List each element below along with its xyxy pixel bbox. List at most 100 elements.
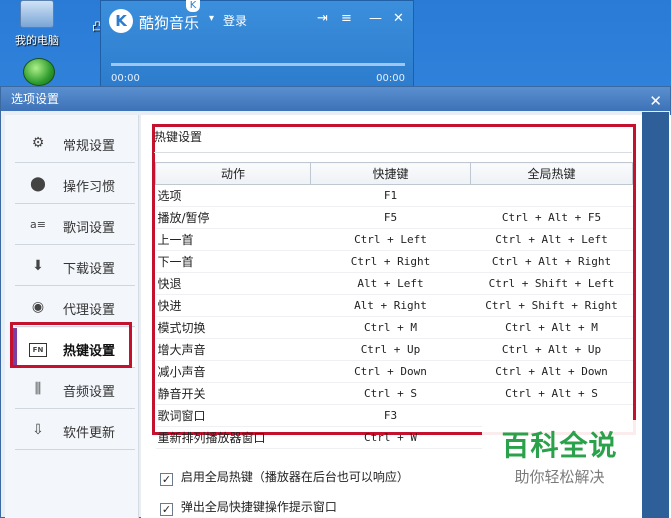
close-icon[interactable]: ✕	[393, 11, 404, 26]
hotkeys-section-title: 热键设置	[154, 130, 203, 144]
global-hotkey-cell[interactable]: Ctrl + Alt + F5	[470, 206, 633, 229]
action-cell: 快退	[155, 272, 311, 295]
shortcut-cell[interactable]: Ctrl + S	[310, 382, 471, 405]
dialog-close-icon[interactable]: ✕	[649, 89, 662, 113]
time-total: 00:00	[376, 73, 405, 84]
gear-icon: ⚙	[31, 135, 45, 151]
kugou-logo-icon: K	[109, 9, 133, 33]
global-hotkey-cell[interactable]: Ctrl + Alt + Up	[470, 338, 633, 361]
enable-global-hotkeys-checkbox[interactable]: ✓	[160, 473, 173, 486]
action-cell: 增大声音	[155, 338, 311, 361]
download-icon: ⬇	[32, 258, 44, 274]
sidebar-item-general[interactable]: ⚙ 常规设置	[15, 123, 135, 163]
lyrics-icon: a≡	[30, 218, 46, 231]
watermark-subtitle: 助你轻松解决	[514, 468, 605, 486]
enable-global-hotkeys-option[interactable]: ✓ 启用全局热键（播放器在后台也可以响应）	[160, 468, 409, 486]
sidebar-item-download[interactable]: ⬇ 下载设置	[15, 246, 135, 286]
show-tip-window-option[interactable]: ✓ 弹出全局快捷键操作提示窗口	[160, 498, 337, 516]
column-header-global[interactable]: 全局热键	[470, 162, 633, 185]
global-hotkey-cell[interactable]: Ctrl + Alt + M	[470, 316, 633, 339]
pin-icon: ⬤	[30, 176, 46, 192]
divider	[154, 152, 632, 153]
update-icon: ⇩	[32, 422, 44, 438]
sidebar-item-update[interactable]: ⇩ 软件更新	[15, 410, 135, 450]
global-hotkey-cell[interactable]	[470, 184, 633, 207]
sidebar-item-lyrics[interactable]: a≡ 歌词设置	[15, 205, 135, 245]
sidebar-item-label: 代理设置	[63, 303, 116, 318]
global-hotkey-cell[interactable]: Ctrl + Shift + Left	[470, 272, 633, 295]
action-cell: 播放/暂停	[155, 206, 311, 229]
dialog-titlebar: 选项设置 ✕	[1, 87, 670, 111]
menu-icon[interactable]: ≡	[341, 11, 352, 26]
table-row[interactable]: 快退 Alt + Left Ctrl + Shift + Left	[155, 272, 633, 295]
action-cell: 下一首	[155, 250, 311, 273]
minimize-icon[interactable]: —	[369, 11, 382, 26]
action-cell: 静音开关	[155, 382, 311, 405]
action-cell: 上一首	[155, 228, 311, 251]
shortcut-cell[interactable]: Alt + Left	[310, 272, 471, 295]
shortcut-cell[interactable]: Ctrl + Down	[310, 360, 471, 383]
shortcut-cell[interactable]: Ctrl + Left	[310, 228, 471, 251]
globe-icon: ◉	[31, 299, 45, 315]
global-hotkey-cell[interactable]: Ctrl + Alt + Right	[470, 250, 633, 273]
chevron-down-icon[interactable]: ▾	[209, 13, 214, 24]
my-computer-label: 我的电脑	[15, 34, 59, 47]
time-elapsed: 00:00	[111, 73, 140, 84]
hotkeys-table: 动作 快捷键 全局热键 选项 F1 播放/暂停 F5 Ctrl + Alt + F5 上一…	[155, 162, 633, 449]
table-row[interactable]: 静音开关 Ctrl + S Ctrl + Alt + S	[155, 382, 633, 405]
sidebar-item-label: 软件更新	[63, 426, 116, 441]
equalizer-icon: ⫼	[34, 381, 42, 397]
action-cell: 快进	[155, 294, 311, 317]
sidebar-item-label: 音频设置	[63, 385, 116, 400]
player-title: 酷狗音乐	[139, 14, 200, 32]
watermark: 百科全说 助你轻松解决	[482, 420, 637, 498]
shortcut-cell[interactable]: F1	[310, 184, 471, 207]
action-cell: 歌词窗口	[155, 404, 311, 427]
sidebar-item-label: 歌词设置	[63, 221, 116, 236]
sidebar-item-habits[interactable]: ⬤ 操作习惯	[15, 164, 135, 204]
shortcut-cell[interactable]: Ctrl + Right	[310, 250, 471, 273]
sidebar-item-audio[interactable]: ⫼ 音频设置	[15, 369, 135, 409]
shortcut-cell[interactable]: Ctrl + M	[310, 316, 471, 339]
action-cell: 重新排列播放器窗口	[155, 426, 311, 449]
mini-mode-icon[interactable]: ⇥	[317, 11, 328, 26]
global-hotkey-cell[interactable]: Ctrl + Shift + Right	[470, 294, 633, 317]
my-computer-desktop-icon[interactable]: 我的电脑	[2, 0, 72, 48]
table-row[interactable]: 播放/暂停 F5 Ctrl + Alt + F5	[155, 206, 633, 229]
shortcut-cell[interactable]: Ctrl + W	[310, 426, 471, 449]
table-row[interactable]: 增大声音 Ctrl + Up Ctrl + Alt + Up	[155, 338, 633, 361]
shortcut-cell[interactable]: F5	[310, 206, 471, 229]
background-window-edge	[642, 112, 669, 518]
table-row[interactable]: 选项 F1	[155, 184, 633, 207]
sidebar-item-label: 常规设置	[63, 139, 116, 154]
table-row[interactable]: 下一首 Ctrl + Right Ctrl + Alt + Right	[155, 250, 633, 273]
sidebar-item-proxy[interactable]: ◉ 代理设置	[15, 287, 135, 327]
dialog-title: 选项设置	[11, 92, 60, 106]
shortcut-cell[interactable]: F3	[310, 404, 471, 427]
progress-track[interactable]	[111, 63, 405, 66]
table-row[interactable]: 模式切换 Ctrl + M Ctrl + Alt + M	[155, 316, 633, 339]
enable-global-hotkeys-label: 启用全局热键（播放器在后台也可以响应）	[180, 470, 409, 484]
global-hotkey-cell[interactable]: Ctrl + Alt + Left	[470, 228, 633, 251]
table-row[interactable]: 快进 Alt + Right Ctrl + Shift + Right	[155, 294, 633, 317]
action-cell: 模式切换	[155, 316, 311, 339]
sidebar-item-label: 下载设置	[63, 262, 116, 277]
shortcut-cell[interactable]: Ctrl + Up	[310, 338, 471, 361]
column-header-shortcut[interactable]: 快捷键	[310, 162, 471, 185]
global-hotkey-cell[interactable]: Ctrl + Alt + Down	[470, 360, 633, 383]
show-tip-window-label: 弹出全局快捷键操作提示窗口	[180, 500, 337, 514]
login-link[interactable]: 登录	[223, 12, 247, 29]
computer-icon	[20, 0, 54, 28]
table-row[interactable]: 减小声音 Ctrl + Down Ctrl + Alt + Down	[155, 360, 633, 383]
show-tip-window-checkbox[interactable]: ✓	[160, 503, 173, 516]
column-header-action[interactable]: 动作	[155, 162, 311, 185]
watermark-title: 百科全说	[501, 429, 618, 462]
action-cell: 减小声音	[155, 360, 311, 383]
table-row[interactable]: 上一首 Ctrl + Left Ctrl + Alt + Left	[155, 228, 633, 251]
desktop-k-badge: K	[186, 0, 200, 12]
music-player-window: K 酷狗音乐 ▾ 登录 ⇥ ≡ — ✕ 00:00 00:00	[100, 0, 414, 88]
globe-icon	[23, 58, 55, 86]
shortcut-cell[interactable]: Alt + Right	[310, 294, 471, 317]
active-item-highlight-frame	[10, 322, 132, 368]
global-hotkey-cell[interactable]: Ctrl + Alt + S	[470, 382, 633, 405]
